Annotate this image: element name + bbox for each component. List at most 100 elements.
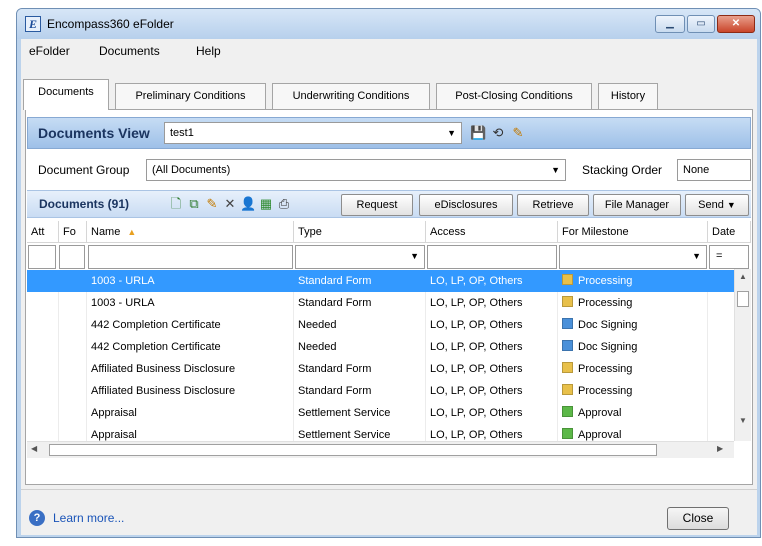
chevron-down-icon: ▼	[551, 165, 560, 175]
horizontal-scrollbar[interactable]: ◀ ▶	[27, 441, 734, 458]
document-group-label: Document Group	[38, 163, 130, 177]
tab-preliminary-conditions[interactable]: Preliminary Conditions	[115, 83, 266, 109]
name-cell: Affiliated Business Disclosure	[87, 358, 294, 380]
tab-post-closing-conditions[interactable]: Post-Closing Conditions	[436, 83, 592, 109]
maximize-button[interactable]: ▭	[687, 15, 715, 33]
edit-icon[interactable]: ✎	[510, 125, 526, 141]
access-filter[interactable]	[427, 245, 557, 269]
menu-efolder[interactable]: eFolder	[29, 44, 70, 58]
milestone-text: Processing	[578, 297, 633, 309]
edisclosures-button[interactable]: eDisclosures	[419, 194, 513, 216]
scroll-down-icon[interactable]: ▼	[739, 416, 747, 425]
view-selector[interactable]: test1 ▼	[164, 122, 462, 144]
send-label: Send	[698, 199, 724, 211]
name-filter[interactable]	[88, 245, 293, 269]
table-row[interactable]: Affiliated Business Disclosure Standard F…	[27, 380, 735, 402]
title-bar: E Encompass360 eFolder ▁ ▭ ✕	[17, 9, 760, 39]
fo-filter[interactable]	[59, 245, 85, 269]
tab-history[interactable]: History	[598, 83, 658, 109]
edit-icon[interactable]: ✎	[204, 196, 220, 212]
table-row[interactable]: 442 Completion Certificate Needed LO, LP, …	[27, 314, 735, 336]
milestone-filter[interactable]: ▼	[559, 245, 707, 269]
print-icon[interactable]: ⎙	[276, 196, 292, 212]
vertical-scrollbar[interactable]: ▲ ▼	[734, 269, 751, 441]
name-cell: 1003 - URLA	[87, 292, 294, 314]
column-header-name[interactable]: Name ▲	[87, 221, 294, 243]
footer: ? Learn more... Close	[21, 489, 757, 535]
assign-icon[interactable]: 👤	[240, 196, 256, 212]
milestone-cell: Approval	[558, 402, 708, 424]
close-button[interactable]: Close	[667, 507, 729, 530]
duplicate-icon[interactable]: ⧉	[186, 196, 202, 212]
column-header-access[interactable]: Access	[426, 221, 558, 243]
delete-icon[interactable]: ✕	[222, 196, 238, 212]
document-group-select[interactable]: (All Documents) ▼	[146, 159, 566, 181]
menu-documents[interactable]: Documents	[99, 44, 160, 58]
table-row[interactable]: Appraisal Settlement Service LO, LP, OP, O…	[27, 402, 735, 424]
save-icon[interactable]: 💾	[470, 125, 486, 141]
chevron-down-icon: ▼	[447, 128, 456, 138]
send-button[interactable]: Send ▼	[685, 194, 749, 216]
table-row[interactable]: Affiliated Business Disclosure Standard F…	[27, 358, 735, 380]
empty-cell	[27, 314, 59, 336]
type-cell: Standard Form	[294, 380, 426, 402]
empty-cell	[27, 270, 59, 292]
scroll-thumb-horizontal[interactable]	[49, 444, 657, 456]
request-button[interactable]: Request	[341, 194, 413, 216]
empty-cell	[27, 336, 59, 358]
chevron-down-icon: ▼	[410, 251, 419, 261]
table-row[interactable]: 1003 - URLA Standard Form LO, LP, OP, Othe…	[27, 292, 735, 314]
date-filter[interactable]: =	[709, 245, 749, 269]
column-header-for-milestone[interactable]: For Milestone	[558, 221, 708, 243]
access-cell: LO, LP, OP, Others	[426, 292, 558, 314]
efolder-window: E Encompass360 eFolder ▁ ▭ ✕ eFolder Doc…	[16, 8, 761, 538]
reset-icon[interactable]: ⟲	[490, 125, 506, 141]
scroll-left-icon[interactable]: ◀	[31, 444, 37, 453]
help-icon[interactable]: ?	[29, 510, 45, 526]
retrieve-button[interactable]: Retrieve	[517, 194, 589, 216]
column-header-date[interactable]: Date	[708, 221, 751, 243]
learn-more-link[interactable]: Learn more...	[53, 511, 124, 525]
documents-grid: Att Fo Name ▲ Type Access For Milestone …	[27, 221, 751, 459]
access-cell: LO, LP, OP, Others	[426, 380, 558, 402]
milestone-color-icon	[562, 362, 573, 373]
name-cell: 442 Completion Certificate	[87, 336, 294, 358]
scroll-thumb-vertical[interactable]	[737, 291, 749, 307]
type-cell: Needed	[294, 336, 426, 358]
stacking-order-select[interactable]: None	[677, 159, 751, 181]
tab-documents[interactable]: Documents	[23, 79, 109, 110]
column-header-fo[interactable]: Fo	[59, 221, 87, 243]
documents-view-bar: Documents View test1 ▼ 💾 ⟲ ✎	[27, 117, 751, 149]
file-manager-button[interactable]: File Manager	[593, 194, 681, 216]
milestone-cell: Processing	[558, 358, 708, 380]
empty-cell	[59, 402, 87, 424]
documents-panel: Documents View test1 ▼ 💾 ⟲ ✎ Document Gr…	[25, 109, 753, 485]
table-row[interactable]: 1003 - URLA Standard Form LO, LP, OP, Othe…	[27, 270, 735, 292]
minimize-button[interactable]: ▁	[655, 15, 685, 33]
new-document-icon[interactable]: 🗋	[168, 196, 184, 212]
document-group-value: (All Documents)	[152, 164, 231, 176]
table-row[interactable]: 442 Completion Certificate Needed LO, LP, …	[27, 336, 735, 358]
milestone-text: Doc Signing	[578, 319, 638, 331]
access-cell: LO, LP, OP, Others	[426, 336, 558, 358]
milestone-text: Processing	[578, 275, 633, 287]
table-row[interactable]: Appraisal Settlement Service LO, LP, OP, O…	[27, 424, 735, 441]
date-filter-operator: =	[716, 250, 723, 262]
close-window-button[interactable]: ✕	[717, 15, 755, 33]
scroll-right-icon[interactable]: ▶	[717, 444, 723, 453]
chevron-down-icon: ▼	[692, 251, 701, 261]
column-header-att[interactable]: Att	[27, 221, 59, 243]
att-filter[interactable]	[28, 245, 56, 269]
type-cell: Settlement Service	[294, 402, 426, 424]
tab-underwriting-conditions[interactable]: Underwriting Conditions	[272, 83, 430, 109]
empty-cell	[59, 314, 87, 336]
export-icon[interactable]: ▦	[258, 196, 274, 212]
maximize-icon: ▭	[696, 18, 706, 29]
menu-help[interactable]: Help	[196, 44, 221, 58]
name-cell: 1003 - URLA	[91, 275, 155, 287]
column-header-type[interactable]: Type	[294, 221, 426, 243]
type-filter[interactable]: ▼	[295, 245, 425, 269]
scroll-up-icon[interactable]: ▲	[739, 272, 747, 281]
documents-view-label: Documents View	[38, 125, 150, 141]
milestone-text: Doc Signing	[578, 341, 638, 353]
